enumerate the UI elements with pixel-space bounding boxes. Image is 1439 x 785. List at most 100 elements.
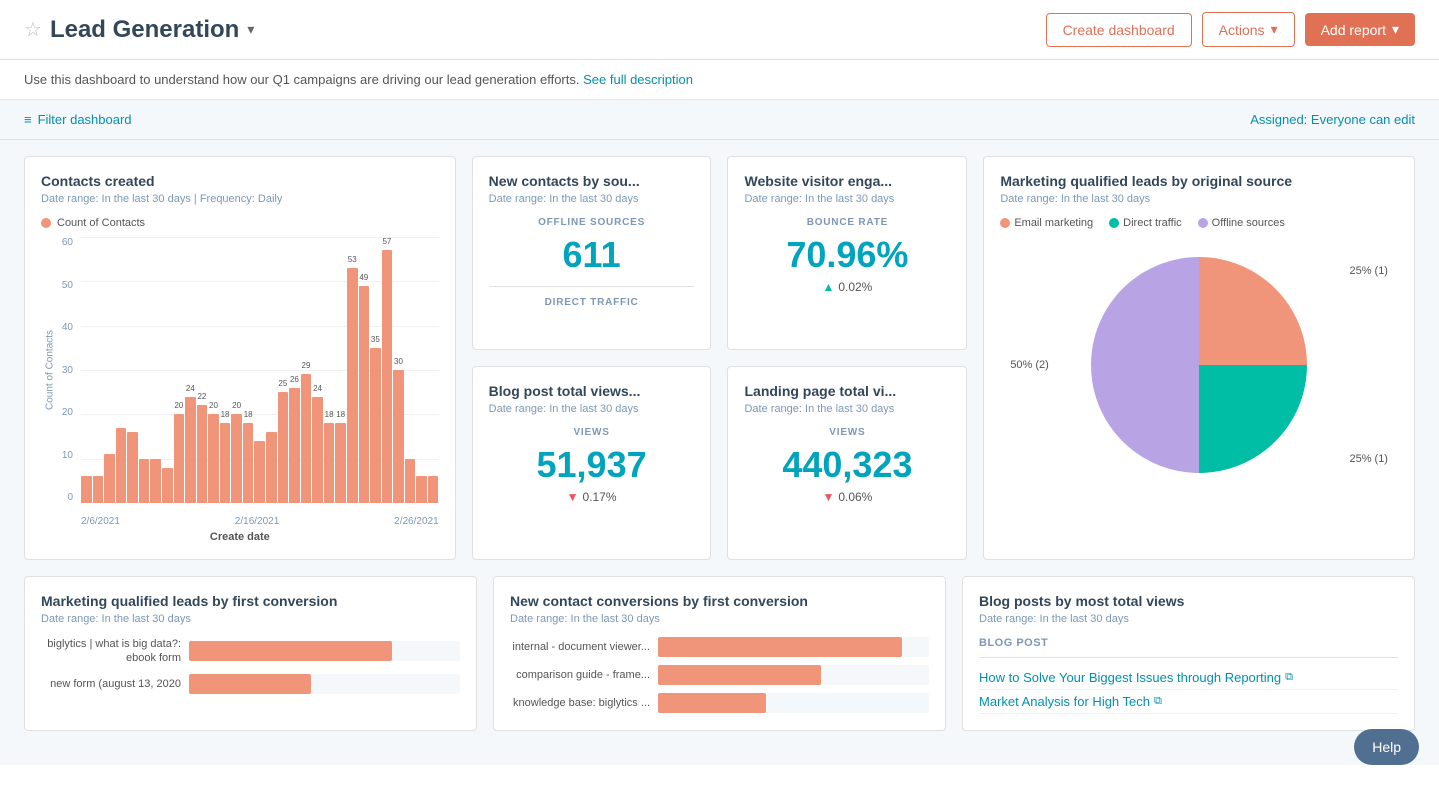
bars-area: 202422201820182526292418185349355730 [81, 237, 439, 503]
list-item: new form (august 13, 2020 [41, 674, 460, 694]
bar: 57 [382, 250, 393, 503]
filter-bar: ≡ Filter dashboard Assigned: Everyone ca… [0, 100, 1439, 140]
new-contact-conversions-card: New contact conversions by first convers… [493, 576, 946, 731]
landing-views-title: Landing page total vi... [744, 383, 950, 399]
bar-item [416, 237, 427, 503]
bar [127, 432, 138, 503]
bar-item: 22 [197, 237, 208, 503]
description-bar: Use this dashboard to understand how our… [0, 60, 1439, 100]
landing-views-card: Landing page total vi... Date range: In … [727, 366, 967, 560]
see-full-description-link[interactable]: See full description [583, 72, 693, 87]
bar-item [162, 237, 173, 503]
create-dashboard-button[interactable]: Create dashboard [1046, 13, 1192, 47]
list-item: knowledge base: biglytics ... [510, 693, 929, 713]
bar-item [254, 237, 265, 503]
bar-item: 24 [312, 237, 323, 503]
bar: 20 [208, 414, 219, 503]
actions-chevron-icon: ▾ [1271, 21, 1278, 38]
new-contacts-card: New contacts by sou... Date range: In th… [472, 156, 712, 350]
bar-item [127, 237, 138, 503]
legend-direct: Direct traffic [1109, 217, 1181, 229]
bar: 35 [370, 348, 381, 503]
actions-button[interactable]: Actions ▾ [1202, 12, 1295, 47]
filter-icon: ≡ [24, 112, 32, 127]
bar-item [266, 237, 277, 503]
blog-post-link-2[interactable]: Market Analysis for High Tech ⧉ [979, 690, 1398, 714]
bar-value-label: 25 [278, 379, 287, 388]
bar-item [81, 237, 92, 503]
bar-value-label: 26 [290, 375, 299, 384]
new-contacts-metrics: OFFLINE SOURCES 611 [489, 217, 695, 276]
bar [116, 428, 127, 503]
pie-label-purple: 50% (2) [1010, 359, 1049, 371]
bar-value-label: 24 [313, 384, 322, 393]
bar: 29 [301, 374, 312, 503]
description-text: Use this dashboard to understand how our… [24, 72, 579, 87]
bar-item: 18 [243, 237, 254, 503]
add-report-button[interactable]: Add report ▾ [1305, 13, 1415, 46]
bar: 30 [393, 370, 404, 503]
bar-value-label: 20 [232, 401, 241, 410]
mql-source-title: Marketing qualified leads by original so… [1000, 173, 1398, 189]
star-icon[interactable]: ☆ [24, 17, 42, 42]
bar-item: 25 [278, 237, 289, 503]
row-2: Marketing qualified leads by first conve… [24, 576, 1415, 731]
header: ☆ Lead Generation ▾ Create dashboard Act… [0, 0, 1439, 60]
bar-value-label: 20 [209, 401, 218, 410]
bar-value-label: 29 [302, 361, 311, 370]
bar-value-label: 20 [174, 401, 183, 410]
contacts-bar-chart: 6050403020100 Count of Contacts [41, 237, 439, 527]
bar-item [116, 237, 127, 503]
bar: 24 [312, 397, 323, 503]
bar-item: 24 [185, 237, 196, 503]
conversions-bars: internal - document viewer... comparison… [510, 637, 929, 713]
bar-item [405, 237, 416, 503]
bar-item: 53 [347, 237, 358, 503]
middle-left-column: New contacts by sou... Date range: In th… [472, 156, 712, 560]
assigned-value[interactable]: Everyone can edit [1311, 112, 1415, 127]
y-axis-label: Count of Contacts [43, 237, 57, 503]
x-axis-labels: 2/6/2021 2/16/2021 2/26/2021 [81, 516, 439, 527]
visitor-engagement-subtitle: Date range: In the last 30 days [744, 193, 950, 205]
bar: 49 [359, 286, 370, 503]
bar: 26 [289, 388, 300, 503]
chevron-down-icon[interactable]: ▾ [247, 21, 254, 38]
landing-views-arrow-down-icon: ▼ [822, 490, 834, 504]
blog-post-link-1[interactable]: How to Solve Your Biggest Issues through… [979, 666, 1398, 690]
header-left: ☆ Lead Generation ▾ [24, 16, 254, 44]
bar [405, 459, 416, 503]
mql-source-card: Marketing qualified leads by original so… [983, 156, 1415, 560]
pie-chart-area: 25% (1) 50% (2) 25% (1) [1000, 245, 1398, 485]
contacts-card-title: Contacts created [41, 173, 439, 189]
help-button[interactable]: Help [1354, 729, 1419, 765]
filter-dashboard-button[interactable]: ≡ Filter dashboard [24, 112, 132, 127]
contacts-legend: Count of Contacts [41, 217, 439, 229]
landing-views-metrics: VIEWS 440,323 ▼ 0.06% [744, 427, 950, 504]
external-link-icon: ⧉ [1285, 671, 1293, 684]
bar-item [428, 237, 439, 503]
bar: 20 [231, 414, 242, 503]
x-axis-title: Create date [41, 531, 439, 543]
bar [254, 441, 265, 503]
bar-value-label: 49 [359, 273, 368, 282]
bar: 18 [324, 423, 335, 503]
bounce-arrow-up-icon: ▲ [822, 280, 834, 294]
bar: 18 [220, 423, 231, 503]
list-item: internal - document viewer... [510, 637, 929, 657]
blog-views-title: Blog post total views... [489, 383, 695, 399]
conversions-subtitle: Date range: In the last 30 days [510, 613, 929, 625]
mql-source-subtitle: Date range: In the last 30 days [1000, 193, 1398, 205]
bar-value-label: 18 [325, 410, 334, 419]
bar [104, 454, 115, 503]
bar-item: 30 [393, 237, 404, 503]
external-link-icon: ⧉ [1154, 695, 1162, 708]
header-actions: Create dashboard Actions ▾ Add report ▾ [1046, 12, 1415, 47]
blog-views-card: Blog post total views... Date range: In … [472, 366, 712, 560]
bar-item: 49 [359, 237, 370, 503]
bar-item: 20 [174, 237, 185, 503]
bar-value-label: 30 [394, 357, 403, 366]
bar: 22 [197, 405, 208, 503]
bar-item [139, 237, 150, 503]
bounce-change: ▲ 0.02% [744, 280, 950, 294]
blog-views-metrics: VIEWS 51,937 ▼ 0.17% [489, 427, 695, 504]
